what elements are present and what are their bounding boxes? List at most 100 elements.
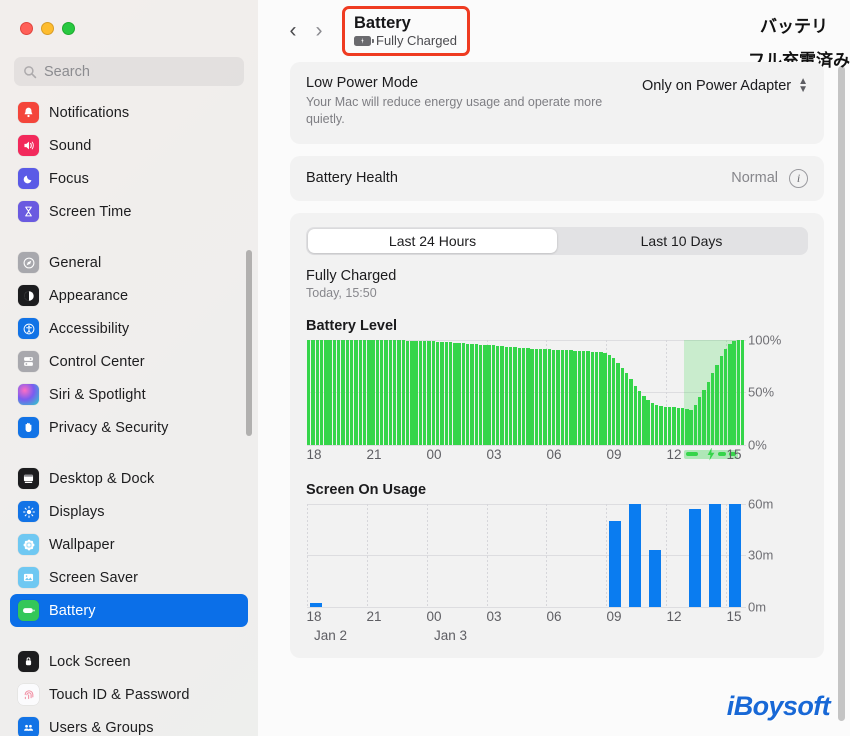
- chart-bar: [332, 339, 337, 445]
- y-tick-label: 50%: [748, 384, 775, 400]
- sidebar-item-battery[interactable]: Battery: [10, 594, 248, 627]
- chart-bar: [375, 339, 380, 445]
- x-tick-label: 12: [666, 446, 682, 462]
- chart-bar: [474, 343, 478, 445]
- chart-bar: [719, 356, 723, 445]
- tab-last-10-days[interactable]: Last 10 Days: [557, 229, 806, 253]
- sidebar-item-notifications[interactable]: Notifications: [10, 96, 248, 129]
- x-gridline: [426, 503, 428, 607]
- chart-bar: [397, 339, 401, 445]
- chart-bar: [530, 348, 534, 445]
- chart-bar: [461, 342, 466, 445]
- system-settings-window: Search Notifications Sound Focus Screen …: [0, 0, 850, 736]
- sidebar-item-touch-id[interactable]: Touch ID & Password: [10, 678, 248, 711]
- search-input[interactable]: Search: [14, 57, 244, 86]
- screen-time-icon: [18, 201, 39, 222]
- sidebar-scrollbar[interactable]: [246, 250, 252, 436]
- sidebar-item-users-groups[interactable]: Users & Groups: [10, 711, 248, 736]
- search-icon: [24, 65, 37, 78]
- sidebar-item-focus[interactable]: Focus: [10, 162, 248, 195]
- sidebar-nav: Notifications Sound Focus Screen Time Ge…: [0, 92, 258, 736]
- chart-bar: [659, 405, 663, 445]
- x-tick-label: 18: [306, 608, 322, 624]
- sidebar-item-label: Notifications: [49, 104, 130, 121]
- chart-bar: [709, 503, 721, 607]
- sidebar-group-1: Notifications Sound Focus Screen Time: [10, 92, 248, 232]
- x-tick-label: 21: [366, 446, 382, 462]
- chart-bar: [655, 404, 659, 445]
- low-power-mode-popup[interactable]: Only on Power Adapter ▲ ▼: [642, 75, 808, 97]
- sidebar-item-wallpaper[interactable]: Wallpaper: [10, 528, 248, 561]
- chart-bar: [388, 339, 393, 445]
- chart-bar: [423, 340, 427, 445]
- sidebar-item-sound[interactable]: Sound: [10, 129, 248, 162]
- chart-bar: [362, 339, 367, 445]
- x-tick-label: 18: [306, 446, 322, 462]
- notifications-icon: [18, 102, 39, 123]
- x-tick-label: 06: [546, 608, 562, 624]
- chart-bar: [577, 351, 582, 445]
- chart-bar: [620, 367, 625, 445]
- x-tick-label: 06: [546, 446, 562, 462]
- settings-content: Low Power Mode Your Mac will reduce ener…: [258, 62, 850, 736]
- charge-status-time: Today, 15:50: [306, 285, 377, 300]
- gridline: [307, 555, 746, 556]
- sidebar-item-accessibility[interactable]: Accessibility: [10, 312, 248, 345]
- chart-bar: [551, 350, 556, 445]
- chart-bar: [453, 342, 457, 445]
- close-button[interactable]: [20, 22, 33, 35]
- siri-icon: [18, 384, 39, 405]
- chevron-right-icon[interactable]: ›: [306, 18, 332, 44]
- chevron-left-icon[interactable]: ‹: [280, 18, 306, 44]
- desktop-dock-icon: [18, 468, 39, 489]
- sidebar-item-general[interactable]: General: [10, 246, 248, 279]
- zoom-button[interactable]: [62, 22, 75, 35]
- sidebar-item-appearance[interactable]: Appearance: [10, 279, 248, 312]
- lock-screen-icon: [18, 651, 39, 672]
- sidebar-item-control-center[interactable]: Control Center: [10, 345, 248, 378]
- chart-bar: [319, 339, 324, 445]
- chart-bar: [491, 344, 496, 445]
- sidebar-item-label: Focus: [49, 170, 89, 187]
- screen-on-usage-day-labels: Jan 2 Jan 3: [306, 626, 746, 648]
- sidebar-item-siri-spotlight[interactable]: Siri & Spotlight: [10, 378, 248, 411]
- charge-status: Fully Charged Today, 15:50: [306, 268, 808, 300]
- chart-bar: [500, 345, 504, 445]
- minimize-button[interactable]: [41, 22, 54, 35]
- chart-bar: [345, 339, 350, 445]
- chart-bar: [534, 348, 539, 445]
- sidebar-item-screen-time[interactable]: Screen Time: [10, 195, 248, 228]
- chart-bar: [633, 385, 637, 445]
- chart-bar: [470, 343, 474, 445]
- sidebar-item-displays[interactable]: Displays: [10, 495, 248, 528]
- sidebar: Search Notifications Sound Focus Screen …: [0, 0, 258, 736]
- battery-health-row: Battery Health Normal i: [290, 156, 824, 201]
- chart-bar: [702, 389, 706, 445]
- chart-bar: [573, 351, 577, 445]
- battery-health-card[interactable]: Battery Health Normal i: [290, 155, 824, 201]
- privacy-icon: [18, 417, 39, 438]
- sidebar-item-screen-saver[interactable]: Screen Saver: [10, 561, 248, 594]
- x-tick-label: 15: [726, 608, 742, 624]
- main-scrollbar[interactable]: [838, 66, 845, 721]
- info-icon[interactable]: i: [789, 168, 808, 188]
- sidebar-item-lock-screen[interactable]: Lock Screen: [10, 645, 248, 678]
- chart-bar: [324, 339, 328, 445]
- sound-icon: [18, 135, 39, 156]
- appearance-icon: [18, 285, 39, 306]
- chart-bar: [444, 341, 448, 445]
- sidebar-item-privacy-security[interactable]: Privacy & Security: [10, 411, 248, 444]
- tab-last-24-hours[interactable]: Last 24 Hours: [308, 228, 557, 253]
- chart-bar: [418, 340, 423, 445]
- sidebar-item-label: Wallpaper: [49, 536, 115, 553]
- battery-icon: [18, 600, 39, 621]
- chart-bar: [478, 344, 483, 445]
- sidebar-item-label: Screen Saver: [49, 569, 139, 586]
- chart-bar: [483, 344, 487, 445]
- chart-bar: [646, 400, 650, 445]
- page-title: Battery: [354, 13, 411, 32]
- chart-bar: [315, 339, 319, 445]
- sidebar-item-desktop-dock[interactable]: Desktop & Dock: [10, 462, 248, 495]
- displays-icon: [18, 501, 39, 522]
- chart-bar: [590, 352, 594, 445]
